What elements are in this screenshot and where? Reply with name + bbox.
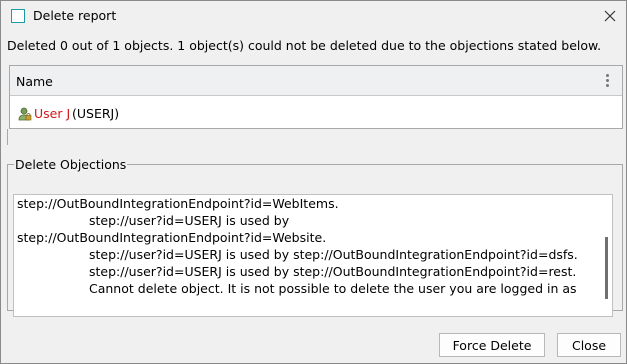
user-id: (USERJ) — [72, 106, 120, 121]
objection-line: step://OutBoundIntegrationEndpoint?id=We… — [17, 230, 327, 245]
list-splitter — [7, 129, 8, 145]
list-item[interactable]: User J (USERJ) — [10, 104, 622, 124]
objection-line: step://OutBoundIntegrationEndpoint?id=We… — [17, 196, 339, 211]
title-bar: Delete report — [1, 1, 626, 31]
user-name: User J — [34, 106, 71, 121]
window-icon — [11, 9, 25, 23]
objection-line: Cannot delete object. It is not possible… — [89, 281, 577, 296]
delete-objections-group: Delete Objections step://OutBoundIntegra… — [7, 157, 623, 317]
kebab-menu-icon[interactable] — [606, 74, 612, 88]
scrollbar-thumb[interactable] — [605, 237, 608, 299]
close-icon[interactable] — [597, 4, 623, 28]
list-header: Name — [10, 66, 622, 96]
summary-text: Deleted 0 out of 1 objects. 1 object(s) … — [7, 38, 602, 53]
objects-list: Name User J (USERJ) — [9, 65, 623, 129]
objection-line: step://user?id=USERJ is used by — [89, 213, 290, 228]
objection-line: step://user?id=USERJ is used by step://O… — [89, 247, 578, 262]
objection-line: step://user?id=USERJ is used by step://O… — [89, 264, 577, 279]
objections-legend: Delete Objections — [15, 157, 127, 172]
column-header-name[interactable]: Name — [16, 74, 53, 89]
objections-textarea[interactable]: step://OutBoundIntegrationEndpoint?id=We… — [13, 194, 613, 317]
user-lock-icon — [18, 107, 32, 121]
close-button[interactable]: Close — [557, 333, 621, 357]
delete-report-dialog: Delete report Deleted 0 out of 1 objects… — [0, 0, 627, 364]
window-title: Delete report — [33, 8, 117, 23]
vertical-scrollbar[interactable] — [602, 195, 612, 316]
force-delete-button[interactable]: Force Delete — [439, 333, 545, 357]
